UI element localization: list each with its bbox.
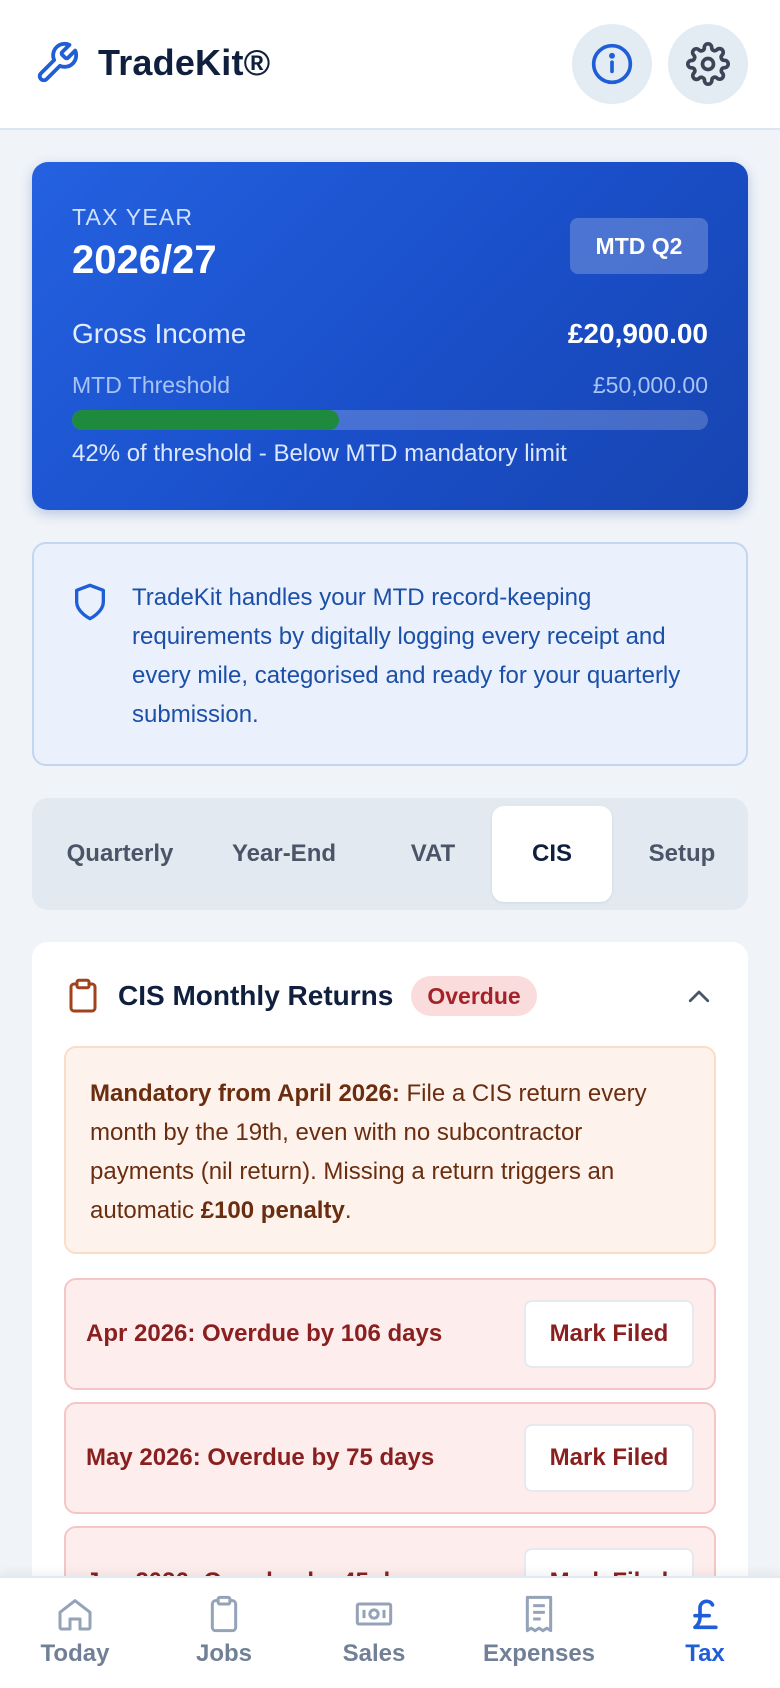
bottom-nav: Today Jobs Sales Expenses Tax xyxy=(0,1576,780,1688)
nav-jobs[interactable]: Jobs xyxy=(174,1578,274,1688)
pound-icon xyxy=(693,1599,718,1630)
threshold-progress-bar xyxy=(72,410,708,430)
threshold-progress-fill xyxy=(72,410,340,430)
mtd-info-banner: TradeKit handles your MTD record-keeping… xyxy=(32,542,748,766)
tab-vat[interactable]: VAT xyxy=(372,806,494,902)
tax-year-value: 2026/27 xyxy=(72,238,217,282)
nav-expenses[interactable]: Expenses xyxy=(474,1578,604,1688)
receipt-icon xyxy=(525,1595,553,1633)
gear-icon xyxy=(686,42,730,86)
tab-setup[interactable]: Setup xyxy=(622,806,742,902)
tax-year-card: TAX YEAR 2026/27 MTD Q2 Gross Income £20… xyxy=(32,162,748,510)
nav-label: Tax xyxy=(685,1640,725,1667)
cis-return-row: May 2026: Overdue by 75 days Mark Filed xyxy=(64,1402,716,1514)
tax-tabs: Quarterly Year-End VAT CIS Setup xyxy=(32,798,748,910)
mtd-threshold-label: MTD Threshold xyxy=(72,372,231,398)
penalty-amount: £100 penalty xyxy=(200,1197,345,1224)
tax-year-label: TAX YEAR xyxy=(72,204,194,230)
mtd-info-text: TradeKit handles your MTD record-keeping… xyxy=(132,584,681,728)
overdue-status-badge: Overdue xyxy=(411,976,537,1016)
info-icon xyxy=(591,43,633,85)
wrench-icon xyxy=(37,41,79,83)
nav-label: Expenses xyxy=(482,1640,596,1667)
mtd-threshold-value: £50,000.00 xyxy=(592,372,708,398)
shield-icon xyxy=(75,583,106,621)
tab-quarterly[interactable]: Quarterly xyxy=(44,806,196,902)
mark-filed-button[interactable]: Mark Filed xyxy=(524,1300,694,1368)
warning-lead: Mandatory from April 2026: xyxy=(90,1080,400,1107)
tab-year-end[interactable]: Year-End xyxy=(202,806,366,902)
cis-mandatory-warning: Mandatory from April 2026: File a CIS re… xyxy=(64,1046,716,1254)
home-icon xyxy=(58,1599,92,1631)
brand[interactable]: TradeKit® xyxy=(34,40,270,86)
tab-cis[interactable]: CIS xyxy=(492,806,612,902)
chevron-up-icon[interactable] xyxy=(684,982,714,1012)
nav-today[interactable]: Today xyxy=(20,1578,130,1688)
return-status-label: May 2026: Overdue by 75 days xyxy=(86,1444,435,1471)
clipboard-icon xyxy=(69,978,97,1013)
nav-label: Jobs xyxy=(195,1640,252,1667)
cis-title: CIS Monthly Returns xyxy=(118,980,394,1011)
nav-sales[interactable]: Sales xyxy=(324,1578,424,1688)
gross-income-label: Gross Income xyxy=(72,318,247,349)
gross-income-value: £20,900.00 xyxy=(567,318,708,349)
settings-button[interactable] xyxy=(668,24,748,104)
mark-filed-button[interactable]: Mark Filed xyxy=(524,1424,694,1492)
nav-label: Sales xyxy=(342,1640,406,1667)
nav-tax[interactable]: Tax xyxy=(660,1578,750,1688)
info-button[interactable] xyxy=(572,24,652,104)
cis-return-row: Apr 2026: Overdue by 106 days Mark Filed xyxy=(64,1278,716,1390)
app-header: TradeKit® xyxy=(0,0,780,130)
return-status-label: Apr 2026: Overdue by 106 days xyxy=(86,1320,443,1347)
mtd-quarter-badge: MTD Q2 xyxy=(570,218,708,274)
clipboard-icon xyxy=(210,1595,238,1633)
threshold-note: 42% of threshold - Below MTD mandatory l… xyxy=(72,440,567,467)
banknote-icon xyxy=(355,1602,393,1626)
nav-label: Today xyxy=(40,1640,110,1667)
app-name: TradeKit® xyxy=(98,42,271,83)
cis-panel-header[interactable]: CIS Monthly Returns Overdue xyxy=(68,976,537,1016)
warning-end: . xyxy=(344,1197,352,1224)
